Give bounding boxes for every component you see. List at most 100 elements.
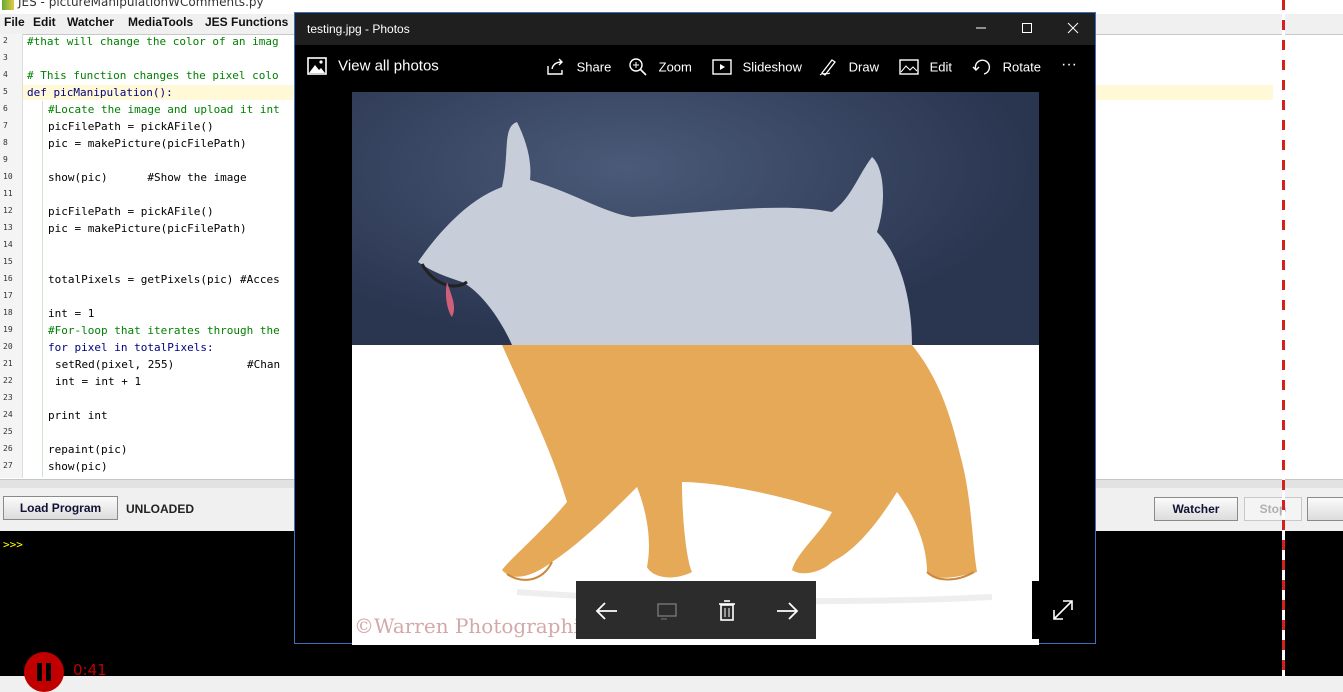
line-number: 25 — [3, 427, 13, 436]
window-edge-marker — [1282, 0, 1285, 676]
menu-jes-functions[interactable]: JES Functions — [205, 15, 288, 29]
line-number: 10 — [3, 172, 13, 181]
photo-watermark: ©Warren Photographic — [354, 614, 591, 638]
delete-photo-button[interactable] — [712, 597, 742, 625]
arrow-right-icon — [777, 602, 799, 620]
pause-recording-icon[interactable] — [24, 652, 64, 692]
code-line: # This function changes the pixel colo — [27, 69, 279, 82]
menu-watcher[interactable]: Watcher — [67, 15, 114, 29]
photo-navigation-bar — [576, 581, 816, 639]
line-number: 14 — [3, 240, 13, 249]
more-options-button[interactable]: ··· — [1061, 56, 1077, 76]
view-all-photos-button[interactable]: View all photos — [307, 57, 439, 77]
line-number: 4 — [3, 70, 8, 79]
code-line: #Locate the image and upload it int — [48, 103, 280, 116]
code-line: picFilePath = pickAFile() — [48, 120, 214, 133]
slideshow-button[interactable]: Slideshow — [712, 58, 802, 78]
menu-mediatools[interactable]: MediaTools — [128, 15, 193, 29]
draw-button[interactable]: Draw — [818, 58, 879, 78]
next-photo-button[interactable] — [772, 597, 802, 625]
line-number: 23 — [3, 393, 13, 402]
line-number: 6 — [3, 104, 8, 113]
code-line: show(pic) — [48, 460, 108, 473]
code-line: int = 1 — [48, 307, 95, 320]
dog-illustration — [418, 122, 993, 605]
line-number: 9 — [3, 155, 8, 164]
share-label: Share — [576, 59, 612, 75]
code-line: int = int + 1 — [55, 375, 142, 388]
share-icon — [547, 58, 563, 75]
close-button[interactable] — [1050, 13, 1096, 45]
code-line: totalPixels = getPixels(pic) #Acces — [48, 273, 280, 286]
console-prompt: >>> — [3, 538, 23, 551]
jes-app-icon — [2, 0, 14, 10]
line-number: 17 — [3, 291, 13, 300]
line-number: 2 — [3, 36, 8, 45]
line-number: 16 — [3, 274, 13, 283]
draw-icon — [819, 59, 836, 76]
code-line: print int — [48, 409, 108, 422]
trash-icon — [719, 600, 735, 621]
share-button[interactable]: Share — [546, 58, 611, 78]
stop-button[interactable]: Stop — [1244, 497, 1302, 521]
line-number: 27 — [3, 461, 13, 470]
rotate-label: Rotate — [1002, 59, 1041, 75]
zoom-label: Zoom — [658, 59, 692, 75]
rotate-button[interactable]: Rotate — [972, 58, 1041, 78]
fullscreen-button[interactable] — [1032, 581, 1094, 639]
zoom-button[interactable]: Zoom — [628, 58, 692, 78]
gallery-icon — [307, 57, 327, 75]
line-number: 20 — [3, 342, 13, 351]
code-line: #that will change the color of an imag — [27, 35, 279, 48]
photos-window-title: testing.jpg - Photos — [307, 22, 410, 36]
line-number: 11 — [3, 189, 13, 198]
line-number: 24 — [3, 410, 13, 419]
code-line: for pixel in totalPixels: — [48, 341, 214, 354]
jes-window-title: JES - pictureManipulationWComments.py — [18, 0, 264, 9]
extra-button[interactable] — [1307, 497, 1343, 521]
line-number-gutter: 2 3 4 5 6 7 8 9 10 11 12 13 14 15 16 17 18 19 20 21 22 23 24 25… — [0, 34, 23, 478]
maximize-button[interactable] — [1004, 13, 1050, 45]
line-number: 26 — [3, 444, 13, 453]
arrow-left-icon — [595, 602, 617, 620]
code-line: def picManipulation(): — [27, 86, 173, 99]
menu-edit[interactable]: Edit — [33, 15, 56, 29]
draw-label: Draw — [848, 59, 879, 75]
line-number: 18 — [3, 308, 13, 317]
edit-icon — [899, 59, 919, 75]
recording-timer: 0:41 — [73, 661, 107, 679]
rotate-icon — [972, 59, 991, 75]
photos-title-bar[interactable]: testing.jpg - Photos — [295, 13, 1095, 45]
minimize-button[interactable] — [958, 13, 1004, 45]
photo-info-button[interactable] — [652, 597, 682, 625]
watcher-button[interactable]: Watcher — [1154, 497, 1238, 521]
slideshow-label: Slideshow — [742, 59, 802, 75]
line-number: 13 — [3, 223, 13, 232]
edit-button[interactable]: Edit — [899, 58, 952, 78]
previous-photo-button[interactable] — [592, 597, 622, 625]
zoom-icon — [629, 58, 647, 76]
photos-window: testing.jpg - Photos View all photos Sha… — [294, 12, 1096, 645]
line-number: 15 — [3, 257, 13, 266]
code-line: pic = makePicture(picFilePath) — [48, 222, 247, 235]
photo-info-icon — [657, 603, 677, 620]
line-number: 12 — [3, 206, 13, 215]
line-number: 3 — [3, 53, 8, 62]
code-line: pic = makePicture(picFilePath) — [48, 137, 247, 150]
line-number: 8 — [3, 138, 8, 147]
indent-guide — [42, 101, 43, 477]
view-all-photos-label: View all photos — [338, 57, 439, 75]
code-line: setRed(pixel, 255) #Chang — [55, 358, 280, 371]
line-number: 7 — [3, 121, 8, 130]
code-line: show(pic) #Show the image — [48, 171, 247, 184]
code-line: repaint(pic) — [48, 443, 128, 456]
line-number: 5 — [3, 87, 8, 96]
line-number: 21 — [3, 359, 13, 368]
minimize-icon — [976, 27, 986, 29]
photos-command-bar: View all photos Share Zoom Slideshow Dra… — [295, 45, 1095, 91]
photo-canvas[interactable]: ©Warren Photographic — [352, 92, 1039, 645]
maximize-icon — [1022, 23, 1032, 33]
menu-file[interactable]: File — [4, 15, 25, 29]
program-status: UNLOADED — [126, 502, 194, 516]
load-program-button[interactable]: Load Program — [3, 496, 118, 520]
